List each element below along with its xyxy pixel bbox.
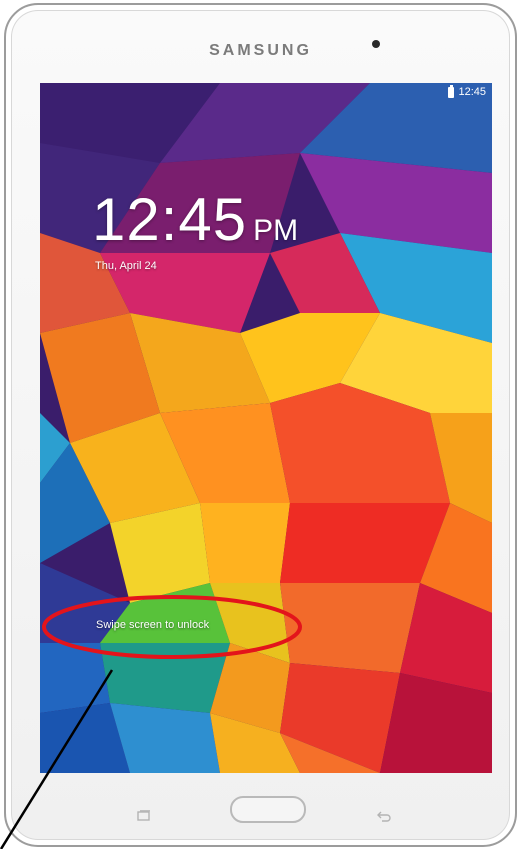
lock-screen[interactable]: 12:45 12:45 PM Thu, April 24 Swipe scree… bbox=[40, 83, 492, 773]
lock-clock: 12:45 PM bbox=[92, 190, 298, 250]
brand-logo: SAMSUNG bbox=[209, 42, 312, 59]
front-camera bbox=[372, 40, 380, 48]
status-bar: 12:45 bbox=[448, 84, 486, 99]
battery-icon bbox=[448, 84, 455, 98]
status-time: 12:45 bbox=[458, 86, 486, 98]
home-button[interactable] bbox=[230, 796, 306, 823]
lock-date: Thu, April 24 bbox=[95, 260, 157, 272]
swipe-to-unlock-hint[interactable]: Swipe screen to unlock bbox=[96, 619, 209, 631]
back-icon[interactable] bbox=[376, 810, 392, 822]
clock-ampm: PM bbox=[253, 214, 299, 247]
recent-apps-icon[interactable] bbox=[137, 810, 151, 821]
clock-time: 12:45 bbox=[92, 186, 248, 253]
